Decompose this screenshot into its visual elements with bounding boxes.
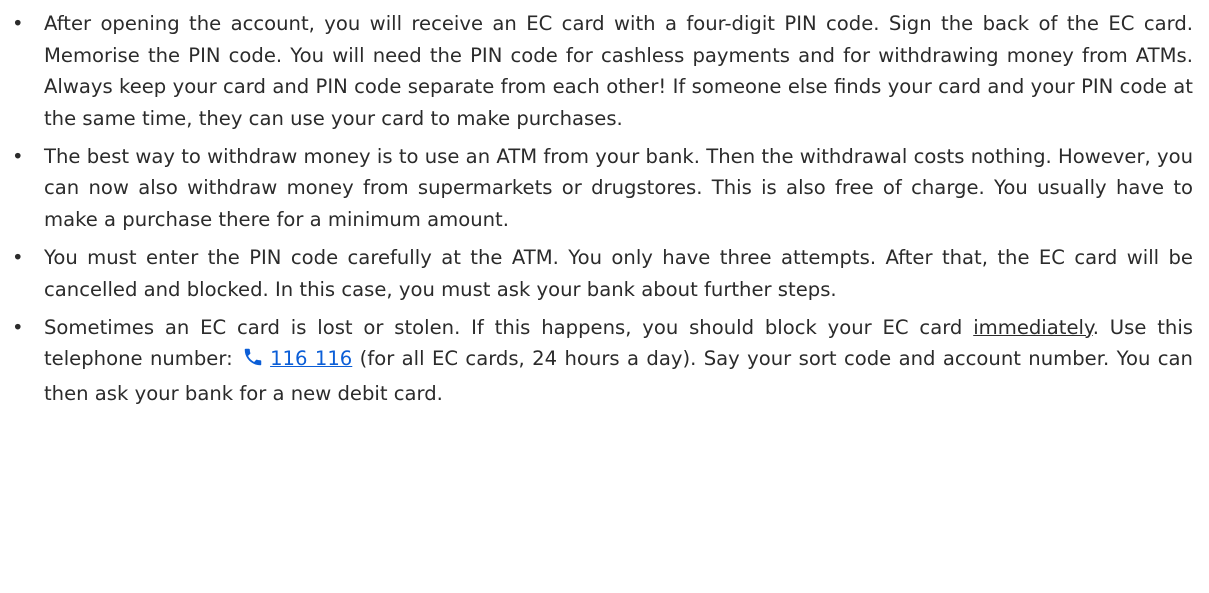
list-item: • You must enter the PIN code carefully … — [10, 242, 1193, 305]
bullet-list: • After opening the account, you will re… — [10, 8, 1193, 409]
list-item: • Sometimes an EC card is lost or stolen… — [10, 312, 1193, 410]
bullet-marker: • — [12, 245, 24, 269]
list-item: • The best way to withdraw money is to u… — [10, 141, 1193, 236]
list-item-text: The best way to withdraw money is to use… — [44, 144, 1193, 231]
list-item-text: You must enter the PIN code carefully at… — [44, 245, 1193, 301]
phone-icon — [242, 346, 264, 378]
list-item-text: After opening the account, you will rece… — [44, 12, 1193, 130]
list-item: • After opening the account, you will re… — [10, 8, 1193, 134]
bullet-marker: • — [12, 144, 24, 168]
bullet-marker: • — [12, 315, 24, 339]
content-area: • After opening the account, you will re… — [0, 0, 1209, 409]
list-item-text-part1: Sometimes an EC card is lost or stolen. … — [44, 315, 974, 339]
bullet-marker: • — [12, 12, 24, 35]
emphasis-immediately: immediately — [973, 315, 1093, 339]
phone-number-link[interactable]: 116 116 — [270, 347, 352, 370]
